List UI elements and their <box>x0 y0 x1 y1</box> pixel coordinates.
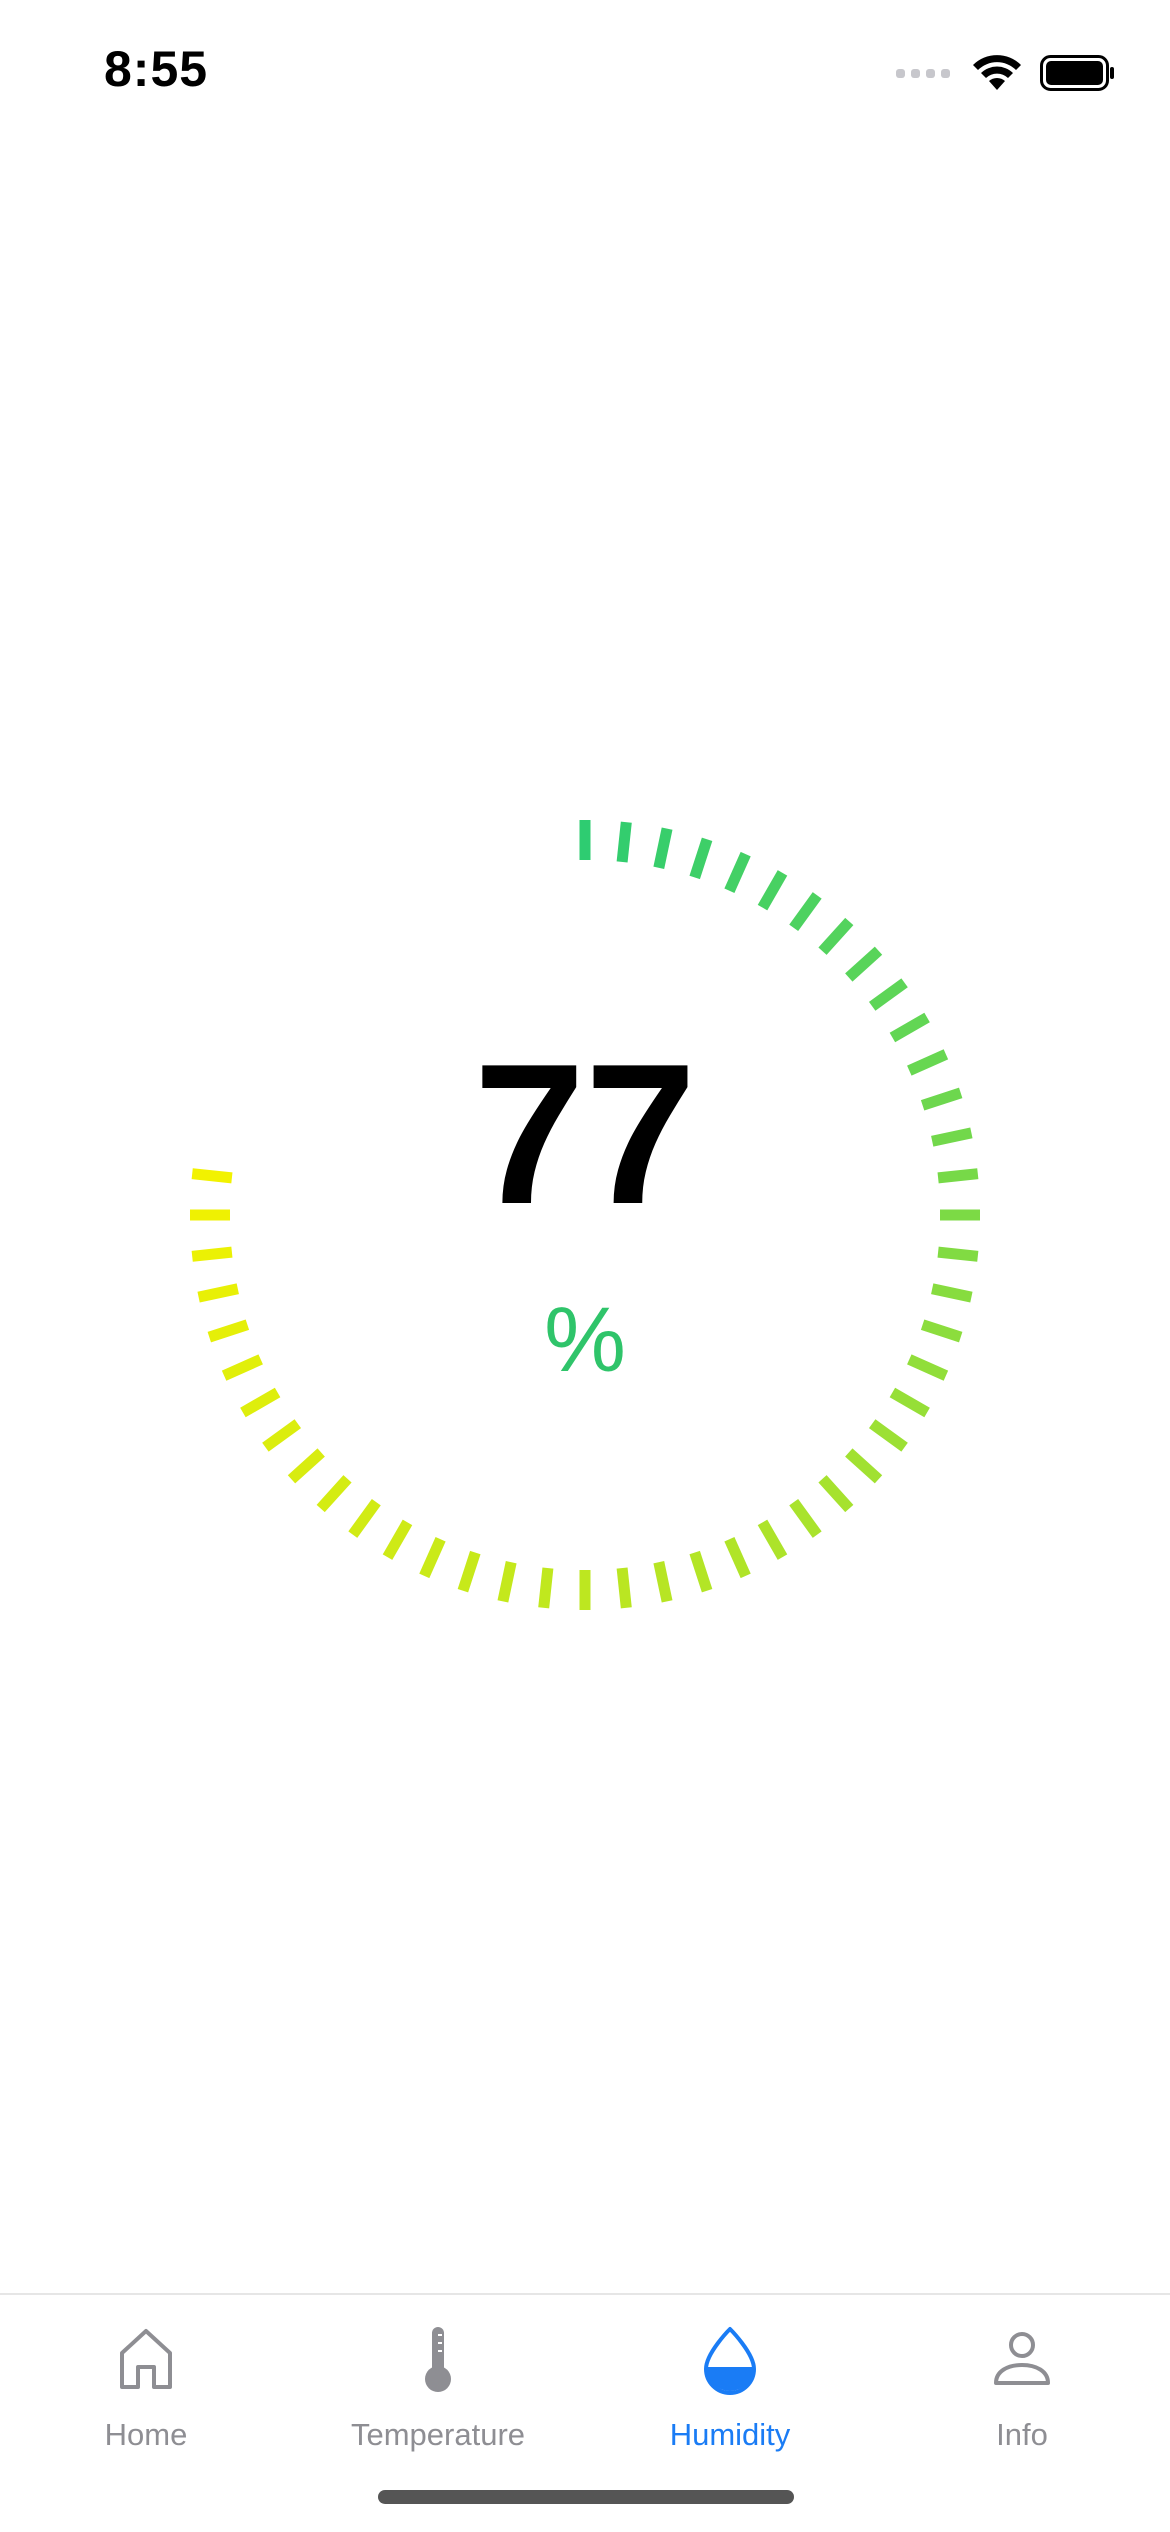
gauge-tick <box>789 1498 822 1538</box>
gauge-tick <box>262 1419 302 1452</box>
gauge-tick <box>845 946 883 982</box>
gauge-tick <box>287 1448 325 1484</box>
tab-temperature-label: Temperature <box>350 2417 526 2452</box>
gauge-tick <box>419 1537 446 1579</box>
wifi-icon <box>973 55 1021 90</box>
tab-info[interactable]: Info <box>876 2295 1168 2465</box>
gauge-tick <box>818 1475 854 1513</box>
humidity-value: 77 <box>473 1023 697 1246</box>
status-icons <box>896 54 1116 92</box>
gauge-tick <box>724 851 751 893</box>
gauge-tick <box>724 1537 751 1579</box>
humidity-screen: 8:55 77 % Home Temperature Humidity Info <box>0 0 1170 2532</box>
gauge-tick <box>818 917 854 955</box>
home-indicator <box>378 2490 794 2504</box>
gauge-tick <box>789 892 822 932</box>
gauge-tick <box>757 1519 788 1560</box>
gauge-tick <box>653 1561 673 1603</box>
gauge-tick <box>845 1448 883 1484</box>
gauge-tick <box>497 1561 517 1603</box>
tab-humidity-label: Humidity <box>669 2417 791 2452</box>
gauge-tick <box>937 1246 979 1262</box>
gauge-tick <box>868 978 908 1011</box>
tab-home-label: Home <box>104 2417 188 2452</box>
tab-info-label: Info <box>996 2417 1048 2452</box>
water-drop-icon <box>704 2327 756 2395</box>
humidity-gauge: 77 % <box>180 810 990 1620</box>
status-time: 8:55 <box>104 41 209 97</box>
humidity-unit: % <box>544 1289 626 1391</box>
person-icon <box>994 2332 1050 2385</box>
tab-humidity[interactable]: Humidity <box>584 2295 876 2465</box>
cellular-signal-icon <box>896 68 950 78</box>
gauge-tick <box>868 1419 908 1452</box>
gauge-tick <box>348 1498 381 1538</box>
gauge-tick <box>653 827 673 869</box>
gauge-tick <box>191 1246 233 1262</box>
thermometer-icon <box>425 2327 451 2392</box>
home-icon <box>120 2329 172 2389</box>
gauge-tick <box>382 1519 413 1560</box>
gauge-tick <box>457 1550 481 1593</box>
gauge-tick <box>689 1550 713 1593</box>
gauge-tick <box>316 1475 352 1513</box>
battery-icon <box>1040 55 1114 91</box>
tab-home[interactable]: Home <box>0 2295 292 2465</box>
gauge-tick <box>757 870 788 911</box>
gauge-tick <box>538 1567 554 1609</box>
tab-temperature[interactable]: Temperature <box>292 2295 584 2465</box>
gauge-tick <box>616 1567 632 1609</box>
status-bar: 8:55 <box>0 0 1170 150</box>
gauge-tick <box>689 837 713 880</box>
gauge-tick <box>240 1387 281 1418</box>
gauge-tick <box>616 821 632 863</box>
gauge-tick <box>889 1387 930 1418</box>
